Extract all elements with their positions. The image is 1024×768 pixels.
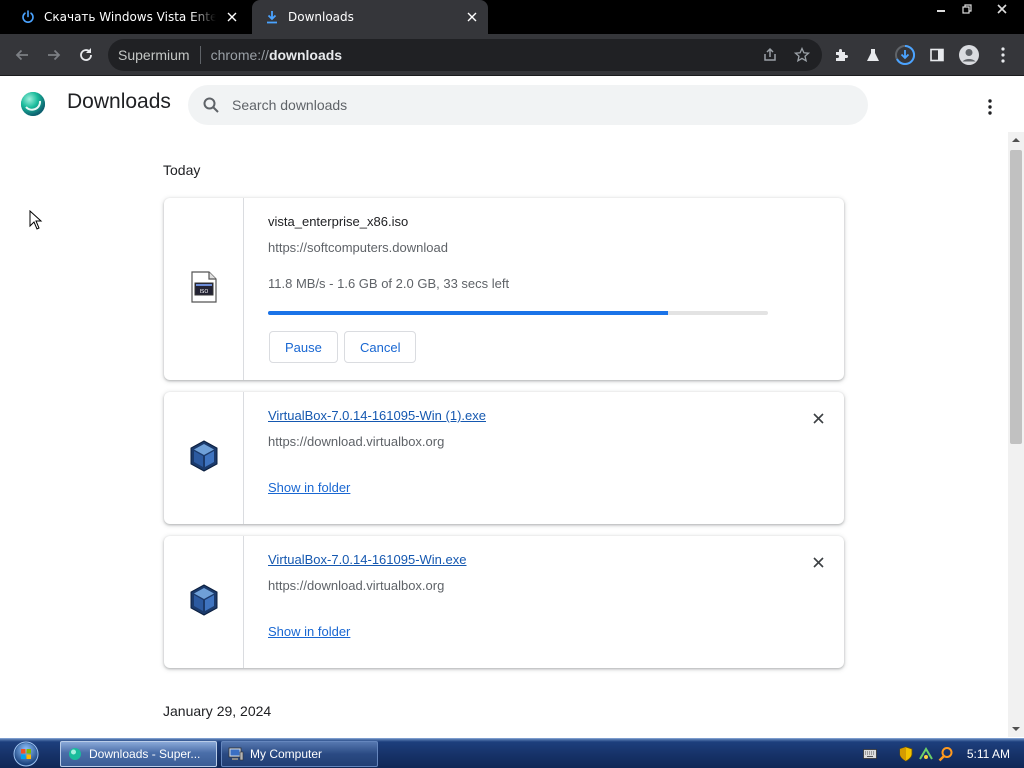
taskbar-clock[interactable]: 5:11 AM [967,747,1010,761]
page-scrollbar[interactable] [1008,132,1024,737]
date-heading: January 29, 2024 [163,703,272,719]
scrollbar-thumb[interactable] [1010,150,1022,444]
file-name-link[interactable]: VirtualBox-7.0.14-161095-Win (1).exe [268,408,486,423]
taskbar-label: Downloads - Super... [89,747,201,761]
address-bar[interactable]: Supermium chrome://downloads [108,39,822,71]
file-icon-column [164,392,244,524]
source-url[interactable]: https://softcomputers.download [268,240,448,255]
date-heading: Today [163,162,201,178]
search-icon [202,96,220,114]
page-title: Downloads [67,90,171,113]
browser-menu-icon[interactable] [988,40,1018,70]
download-item: VirtualBox-7.0.14-161095-Win.exe https:/… [164,536,844,668]
taskbar-button-my-computer[interactable]: My Computer [221,741,378,767]
virtualbox-icon [190,440,218,476]
forward-button[interactable] [39,40,69,70]
close-tab-icon[interactable] [224,9,240,25]
downloads-header: Downloads [0,77,1024,132]
computer-icon [228,746,244,762]
labs-flask-icon[interactable] [858,40,888,70]
show-in-folder-link[interactable]: Show in folder [268,624,350,639]
minimize-button[interactable] [928,0,954,18]
tab-strip: Скачать Windows Vista Enterprise Downloa… [0,0,1024,34]
reload-button[interactable] [71,40,101,70]
download-item: VirtualBox-7.0.14-161095-Win (1).exe htt… [164,392,844,524]
source-url[interactable]: https://download.virtualbox.org [268,578,444,593]
download-icon [264,9,280,25]
cancel-button[interactable]: Cancel [344,331,417,363]
downloads-indicator-icon[interactable] [890,40,920,70]
source-url[interactable]: https://download.virtualbox.org [268,434,444,449]
close-tab-icon[interactable] [464,9,480,25]
download-details: vista_enterprise_x86.iso https://softcom… [268,198,844,380]
share-icon[interactable] [760,45,780,65]
mouse-cursor-icon [29,209,43,230]
system-tray: 5:11 AM [859,739,1024,768]
svg-text:ISO: ISO [199,289,208,295]
virtualbox-icon [190,584,218,620]
window-controls [928,0,1024,18]
remove-item-icon[interactable] [810,554,826,570]
file-name-link[interactable]: VirtualBox-7.0.14-161095-Win.exe [268,552,467,567]
disc-image-file-icon: ISO [190,271,217,307]
download-item: ISO vista_enterprise_x86.iso https://sof… [164,198,844,380]
supermium-icon [67,746,83,762]
security-shield-icon[interactable] [897,745,915,763]
scroll-up-icon[interactable] [1012,136,1020,144]
tab-vista-download[interactable]: Скачать Windows Vista Enterprise [12,0,248,34]
search-tray-icon[interactable] [937,745,955,763]
show-in-folder-link[interactable]: Show in folder [268,480,350,495]
search-bar[interactable] [188,85,868,125]
back-button[interactable] [7,40,37,70]
downloads-list: Today ISO vista_enterprise_x86.iso https… [0,132,1008,737]
tab-title: Downloads [288,10,354,24]
more-actions-icon[interactable] [978,95,1002,119]
file-name: vista_enterprise_x86.iso [268,214,409,229]
file-icon-column: ISO [164,198,244,380]
pause-button[interactable]: Pause [269,331,338,363]
profile-avatar-icon[interactable] [954,40,984,70]
windows-taskbar: Downloads - Super... My Computer 5:11 AM [0,738,1024,768]
taskbar-label: My Computer [250,747,323,761]
close-window-button[interactable] [980,0,1024,18]
extensions-icon[interactable] [826,40,856,70]
scroll-down-icon[interactable] [1012,725,1020,733]
start-button[interactable] [8,740,44,768]
download-details: VirtualBox-7.0.14-161095-Win.exe https:/… [268,536,844,668]
taskbar-button-downloads[interactable]: Downloads - Super... [60,741,217,767]
file-icon-column [164,536,244,668]
side-panel-icon[interactable] [922,40,952,70]
browser-toolbar: Supermium chrome://downloads [0,34,1024,76]
tab-downloads[interactable]: Downloads [252,0,488,34]
keyboard-icon[interactable] [861,745,879,763]
divider [199,46,201,64]
power-icon [20,9,36,25]
download-status: 11.8 MB/s - 1.6 GB of 2.0 GB, 33 secs le… [268,276,510,291]
download-details: VirtualBox-7.0.14-161095-Win (1).exe htt… [268,392,844,524]
site-label: Supermium [118,47,190,63]
bookmark-star-icon[interactable] [792,45,812,65]
network-icon[interactable] [917,745,935,763]
restore-button[interactable] [954,0,980,18]
remove-item-icon[interactable] [810,410,826,426]
tab-title: Скачать Windows Vista Enterprise [44,10,216,24]
url-text: chrome://downloads [210,47,343,63]
progress-bar [268,311,768,315]
progress-fill [268,311,668,315]
supermium-logo-icon [20,91,46,117]
search-input[interactable] [232,94,832,116]
